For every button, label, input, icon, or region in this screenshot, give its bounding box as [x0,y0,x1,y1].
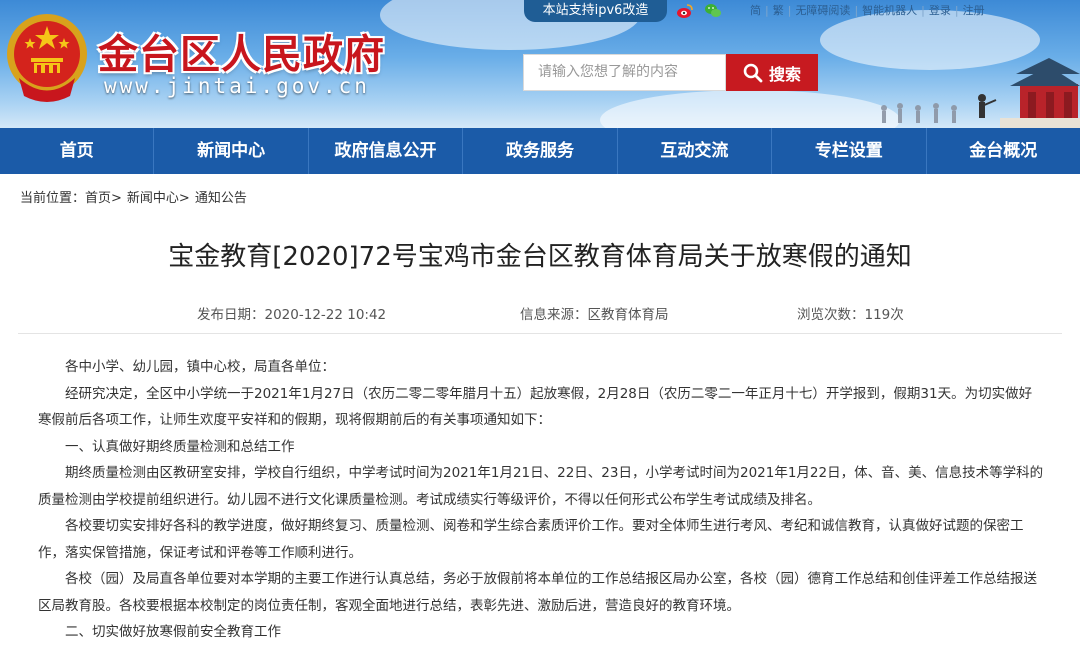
paragraph: 各中小学、幼儿园，镇中心校，局直各单位： [65,359,335,375]
landmark-illustration [881,58,1080,128]
paragraph: 各校（园）及局直各单位要对本学期的主要工作进行认真总结，务必于放假前将本单位的工… [38,571,1037,614]
site-url: www.jintai.gov.cn [104,74,370,98]
search-button[interactable]: 搜索 [726,54,818,91]
nav-item-services[interactable]: 政务服务 [463,128,618,174]
site-title: 金台区人民政府 [98,32,385,78]
view-count: 浏览次数：119次 [797,307,904,323]
section-heading: 一、认真做好期终质量检测和总结工作 [65,438,295,455]
register-link[interactable]: 注册 [959,2,989,18]
nav-item-gov-info[interactable]: 政府信息公开 [309,128,464,174]
wechat-icon[interactable] [704,2,722,20]
search-input[interactable]: 请输入您想了解的内容 [523,54,726,91]
breadcrumb-prefix: 当前位置： [20,191,86,206]
search-icon [743,63,763,82]
info-source: 信息来源：区教育体育局 [520,307,669,323]
publish-date: 发布日期：2020-12-22 10:42 [197,307,387,323]
divider [18,333,1062,334]
nav-item-home[interactable]: 首页 [0,128,155,174]
nav-item-overview[interactable]: 金台概况 [927,128,1080,174]
ipv6-badge[interactable]: 本站支持ipv6改造 [524,0,667,22]
robot-link[interactable]: 智能机器人 [858,2,921,18]
article-title: 宝金教育[2020]72号宝鸡市金台区教育体育局关于放寒假的通知 [168,242,912,272]
accessibility-link[interactable]: 无障碍阅读 [791,2,854,18]
login-link[interactable]: 登录 [925,2,955,18]
breadcrumb-home[interactable]: 首页> [85,187,122,206]
paragraph: 期终质量检测由区教研室安排，学校自行组织，中学考试时间为2021年1月21日、2… [38,465,1044,508]
weibo-icon[interactable] [676,2,694,20]
search-button-label: 搜索 [768,64,801,84]
site-header: 金台区人民政府 www.jintai.gov.cn 本站支持ipv6改造 简 |… [0,0,1080,128]
nav-item-interaction[interactable]: 互动交流 [618,128,773,174]
social-icons [676,2,722,20]
section-heading: 二、切实做好放寒假前安全教育工作 [65,624,281,640]
main-nav: 首页 新闻中心 政府信息公开 政务服务 互动交流 专栏设置 金台概况 [0,128,1080,174]
breadcrumb-notices[interactable]: 通知公告 [195,187,247,206]
nav-item-news[interactable]: 新闻中心 [154,128,309,174]
paragraph: 各校要切实安排好各科的教学进度，做好期终复习、质量检测、阅卷和学生综合素质评价工… [38,518,1024,561]
top-links: 简 | 繁 | 无障碍阅读 | 智能机器人 | 登录 | 注册 [746,2,989,18]
traditional-link[interactable]: 繁 [769,2,788,18]
national-emblem-icon [7,14,87,102]
simplified-link[interactable]: 简 [746,2,765,18]
nav-item-columns[interactable]: 专栏设置 [772,128,927,174]
breadcrumb: 当前位置： 首页> 新闻中心> 通知公告 [20,187,247,206]
article-body: 各中小学、幼儿园，镇中心校，局直各单位： 经研究决定，全区中小学统一于2021年… [38,354,1044,646]
paragraph: 经研究决定，全区中小学统一于2021年1月27日（农历二零二零年腊月十五）起放寒… [38,385,1033,429]
breadcrumb-news[interactable]: 新闻中心> [127,187,190,206]
